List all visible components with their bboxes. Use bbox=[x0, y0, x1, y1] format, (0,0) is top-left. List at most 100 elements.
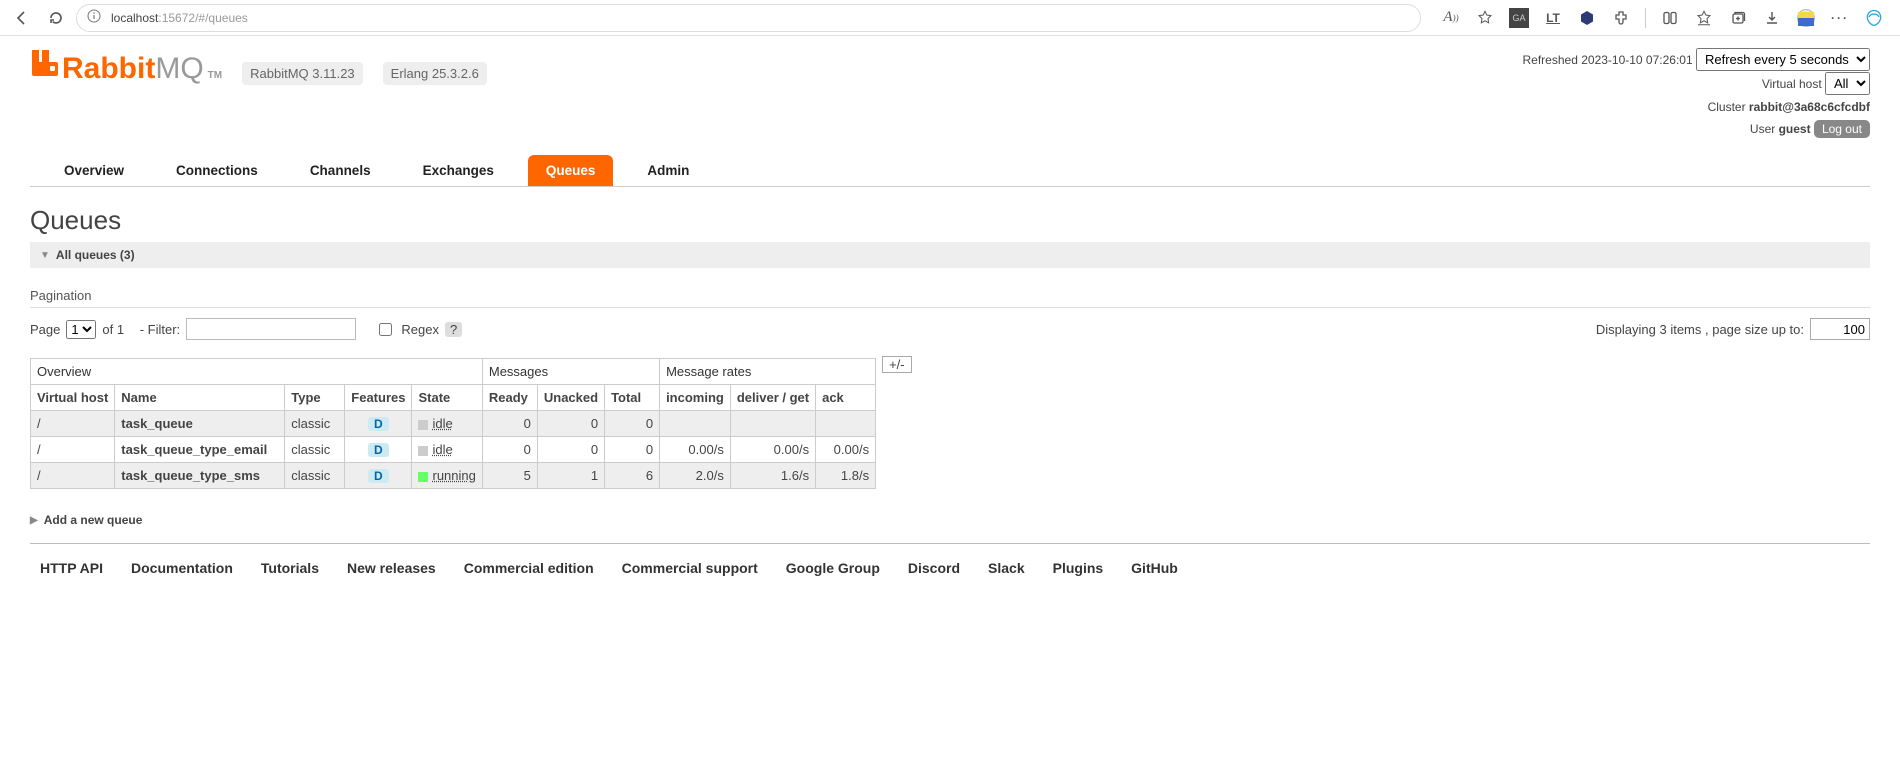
cell-ready: 0 bbox=[482, 411, 537, 437]
read-aloud-icon[interactable]: A)) bbox=[1441, 8, 1461, 28]
regex-help-icon[interactable]: ? bbox=[445, 322, 462, 337]
feature-durable-badge: D bbox=[368, 469, 389, 483]
tab-overview[interactable]: Overview bbox=[46, 155, 142, 186]
split-screen-icon[interactable] bbox=[1660, 8, 1680, 28]
cell-ready: 5 bbox=[482, 463, 537, 489]
col-name[interactable]: Name bbox=[115, 385, 285, 411]
cell-type: classic bbox=[285, 437, 345, 463]
rabbitmq-version: RabbitMQ 3.11.23 bbox=[242, 62, 363, 85]
profile-avatar-icon[interactable] bbox=[1796, 8, 1816, 28]
back-button[interactable] bbox=[8, 4, 36, 32]
cell-deliver bbox=[730, 411, 815, 437]
logout-button[interactable]: Log out bbox=[1814, 120, 1870, 138]
footer-google-group[interactable]: Google Group bbox=[786, 560, 880, 576]
logo-block: RabbitMQTM RabbitMQ 3.11.23 Erlang 25.3.… bbox=[30, 48, 487, 86]
page-of-label: of 1 bbox=[102, 322, 124, 337]
address-bar[interactable]: localhost:15672/#/queues bbox=[76, 4, 1421, 32]
favorites-bar-icon[interactable] bbox=[1694, 8, 1714, 28]
ext-1-icon[interactable]: GA bbox=[1509, 8, 1529, 28]
cell-type: classic bbox=[285, 463, 345, 489]
tab-connections[interactable]: Connections bbox=[158, 155, 276, 186]
vhost-label: Virtual host bbox=[1762, 77, 1822, 91]
refresh-interval-select[interactable]: Refresh every 5 seconds bbox=[1696, 48, 1870, 71]
cell-state: idle bbox=[412, 411, 482, 437]
col-vhost[interactable]: Virtual host bbox=[31, 385, 115, 411]
col-unacked[interactable]: Unacked bbox=[537, 385, 604, 411]
col-total[interactable]: Total bbox=[605, 385, 660, 411]
tab-exchanges[interactable]: Exchanges bbox=[405, 155, 512, 186]
pagination-heading: Pagination bbox=[30, 288, 1870, 308]
cell-state: idle bbox=[412, 437, 482, 463]
favorite-star-icon[interactable] bbox=[1475, 8, 1495, 28]
chevron-right-icon: ▶ bbox=[30, 515, 38, 526]
refresh-button[interactable] bbox=[42, 4, 70, 32]
separator bbox=[1645, 8, 1646, 28]
cell-unacked: 1 bbox=[537, 463, 604, 489]
add-new-queue-toggle[interactable]: ▶ Add a new queue bbox=[30, 507, 1870, 533]
more-menu-icon[interactable]: ··· bbox=[1830, 8, 1850, 28]
queues-table: Overview Messages Message rates Virtual … bbox=[30, 358, 876, 489]
cell-features: D bbox=[345, 437, 412, 463]
cell-name[interactable]: task_queue_type_sms bbox=[115, 463, 285, 489]
url-path: :15672/#/queues bbox=[158, 11, 247, 25]
state-dot-icon bbox=[418, 420, 428, 430]
logo-icon bbox=[30, 48, 60, 85]
rabbitmq-logo[interactable]: RabbitMQ TM bbox=[30, 48, 222, 86]
tab-channels[interactable]: Channels bbox=[292, 155, 389, 186]
col-state[interactable]: State bbox=[412, 385, 482, 411]
footer-discord[interactable]: Discord bbox=[908, 560, 960, 576]
logo-text-mq: MQ bbox=[155, 52, 203, 86]
logo-tm: TM bbox=[208, 70, 222, 81]
cell-total: 0 bbox=[605, 437, 660, 463]
all-queues-toggle[interactable]: ▼ All queues (3) bbox=[30, 242, 1870, 268]
footer-documentation[interactable]: Documentation bbox=[131, 560, 233, 576]
cell-unacked: 0 bbox=[537, 437, 604, 463]
ext-2-icon[interactable]: LT bbox=[1543, 8, 1563, 28]
tab-admin[interactable]: Admin bbox=[629, 155, 707, 186]
site-info-icon[interactable] bbox=[87, 9, 101, 26]
logo-text-rabbit: Rabbit bbox=[62, 52, 155, 86]
footer-github[interactable]: GitHub bbox=[1131, 560, 1178, 576]
col-ack[interactable]: ack bbox=[816, 385, 876, 411]
footer-commercial-support[interactable]: Commercial support bbox=[622, 560, 758, 576]
footer-commercial-edition[interactable]: Commercial edition bbox=[464, 560, 594, 576]
footer-http-api[interactable]: HTTP API bbox=[40, 560, 103, 576]
copilot-sidebar-icon[interactable] bbox=[1864, 8, 1884, 28]
columns-toggle-button[interactable]: +/- bbox=[882, 356, 912, 373]
cell-name[interactable]: task_queue_type_email bbox=[115, 437, 285, 463]
refreshed-label: Refreshed bbox=[1523, 53, 1578, 67]
col-type[interactable]: Type bbox=[285, 385, 345, 411]
page-select[interactable]: 1 bbox=[66, 320, 96, 339]
cell-name[interactable]: task_queue bbox=[115, 411, 285, 437]
footer-slack[interactable]: Slack bbox=[988, 560, 1025, 576]
page-size-input[interactable] bbox=[1810, 318, 1870, 340]
col-deliver[interactable]: deliver / get bbox=[730, 385, 815, 411]
vhost-select[interactable]: All bbox=[1825, 72, 1870, 95]
cell-ack bbox=[816, 411, 876, 437]
footer-plugins[interactable]: Plugins bbox=[1053, 560, 1104, 576]
cluster-label: Cluster bbox=[1708, 100, 1746, 114]
feature-durable-badge: D bbox=[368, 443, 389, 457]
col-features[interactable]: Features bbox=[345, 385, 412, 411]
extensions-icon[interactable] bbox=[1611, 8, 1631, 28]
footer-tutorials[interactable]: Tutorials bbox=[261, 560, 319, 576]
footer-new-releases[interactable]: New releases bbox=[347, 560, 436, 576]
ext-3-icon[interactable] bbox=[1577, 8, 1597, 28]
cell-total: 0 bbox=[605, 411, 660, 437]
col-incoming[interactable]: incoming bbox=[660, 385, 731, 411]
cell-ack: 1.8/s bbox=[816, 463, 876, 489]
state-dot-icon bbox=[418, 446, 428, 456]
state-dot-icon bbox=[418, 472, 428, 482]
page-title: Queues bbox=[30, 205, 1870, 236]
collections-icon[interactable] bbox=[1728, 8, 1748, 28]
tab-queues[interactable]: Queues bbox=[528, 155, 614, 186]
table-row: /task_queueclassicDidle000 bbox=[31, 411, 876, 437]
cluster-value: rabbit@3a68c6cfcdbf bbox=[1749, 100, 1870, 114]
downloads-icon[interactable] bbox=[1762, 8, 1782, 28]
display-count-label: Displaying 3 items , page size up to: bbox=[1596, 322, 1804, 337]
regex-checkbox[interactable] bbox=[379, 323, 392, 336]
add-new-queue-label: Add a new queue bbox=[44, 513, 143, 527]
col-ready[interactable]: Ready bbox=[482, 385, 537, 411]
regex-label: Regex bbox=[401, 322, 439, 337]
filter-input[interactable] bbox=[186, 318, 356, 340]
